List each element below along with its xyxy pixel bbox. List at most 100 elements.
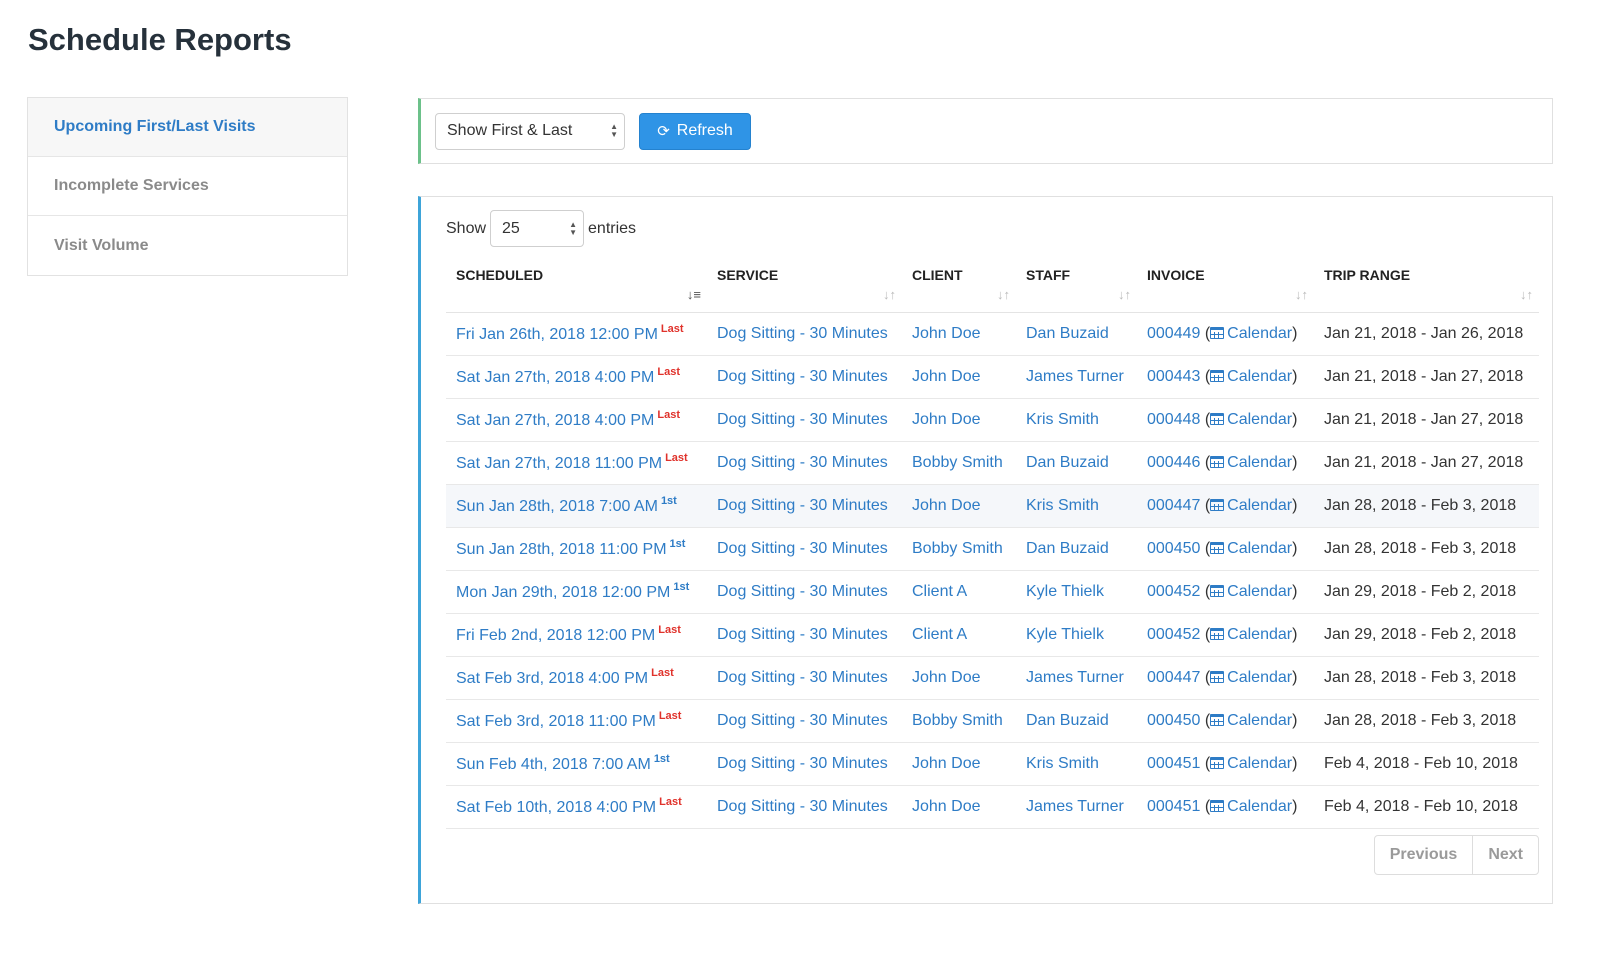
calendar-link[interactable]: Calendar — [1210, 755, 1292, 772]
invoice-link[interactable]: 000443 — [1147, 368, 1200, 385]
client-link[interactable]: John Doe — [902, 398, 1016, 442]
invoice-link[interactable]: 000448 — [1147, 411, 1200, 428]
scheduled-link[interactable]: Sat Jan 27th, 2018 4:00 PM — [456, 369, 654, 386]
scheduled-cell[interactable]: Sun Jan 28th, 2018 11:00 PM 1st — [446, 527, 707, 571]
scheduled-link[interactable]: Mon Jan 29th, 2018 12:00 PM — [456, 584, 670, 601]
scheduled-link[interactable]: Fri Feb 2nd, 2018 12:00 PM — [456, 627, 655, 644]
client-link[interactable]: John Doe — [902, 312, 1016, 356]
calendar-link[interactable]: Calendar — [1210, 497, 1292, 514]
invoice-link[interactable]: 000452 — [1147, 626, 1200, 643]
sidebar-item-incomplete-services[interactable]: Incomplete Services — [28, 157, 347, 216]
column-header-scheduled[interactable]: SCHEDULED ↓≡ — [446, 259, 707, 313]
service-link[interactable]: Dog Sitting - 30 Minutes — [707, 355, 902, 399]
staff-link[interactable]: Kyle Thielk — [1016, 613, 1137, 657]
service-link[interactable]: Dog Sitting - 30 Minutes — [707, 441, 902, 485]
scheduled-cell[interactable]: Sat Feb 3rd, 2018 4:00 PM Last — [446, 656, 707, 700]
sidebar-item-upcoming-first-last-visits[interactable]: Upcoming First/Last Visits — [28, 98, 347, 157]
service-link[interactable]: Dog Sitting - 30 Minutes — [707, 699, 902, 743]
scheduled-link[interactable]: Sat Feb 3rd, 2018 11:00 PM — [456, 713, 656, 730]
service-link[interactable]: Dog Sitting - 30 Minutes — [707, 656, 902, 700]
column-header-client[interactable]: CLIENT ↓↑ — [902, 259, 1016, 313]
service-link[interactable]: Dog Sitting - 30 Minutes — [707, 398, 902, 442]
calendar-link[interactable]: Calendar — [1210, 368, 1292, 385]
staff-link[interactable]: Dan Buzaid — [1016, 699, 1137, 743]
column-header-invoice[interactable]: INVOICE ↓↑ — [1137, 259, 1314, 313]
calendar-link[interactable]: Calendar — [1210, 669, 1292, 686]
scheduled-cell[interactable]: Sun Jan 28th, 2018 7:00 AM 1st — [446, 484, 707, 528]
staff-link[interactable]: Dan Buzaid — [1016, 527, 1137, 571]
invoice-link[interactable]: 000450 — [1147, 712, 1200, 729]
staff-link[interactable]: Dan Buzaid — [1016, 312, 1137, 356]
invoice-link[interactable]: 000451 — [1147, 755, 1200, 772]
calendar-link[interactable]: Calendar — [1210, 798, 1292, 815]
service-link[interactable]: Dog Sitting - 30 Minutes — [707, 613, 902, 657]
service-link[interactable]: Dog Sitting - 30 Minutes — [707, 527, 902, 571]
staff-link[interactable]: Dan Buzaid — [1016, 441, 1137, 485]
client-link[interactable]: Bobby Smith — [902, 441, 1016, 485]
scheduled-link[interactable]: Sun Jan 28th, 2018 11:00 PM — [456, 541, 667, 558]
staff-link[interactable]: James Turner — [1016, 785, 1137, 829]
scheduled-link[interactable]: Sun Jan 28th, 2018 7:00 AM — [456, 498, 658, 515]
service-link[interactable]: Dog Sitting - 30 Minutes — [707, 742, 902, 786]
scheduled-cell[interactable]: Sat Jan 27th, 2018 4:00 PM Last — [446, 355, 707, 399]
scheduled-cell[interactable]: Fri Jan 26th, 2018 12:00 PM Last — [446, 312, 707, 356]
scheduled-link[interactable]: Sat Feb 3rd, 2018 4:00 PM — [456, 670, 648, 687]
refresh-button[interactable]: ⟳ Refresh — [639, 112, 751, 150]
calendar-link[interactable]: Calendar — [1210, 712, 1292, 729]
scheduled-cell[interactable]: Sat Jan 27th, 2018 4:00 PM Last — [446, 398, 707, 442]
staff-link[interactable]: James Turner — [1016, 355, 1137, 399]
client-link[interactable]: Bobby Smith — [902, 699, 1016, 743]
staff-link[interactable]: Kris Smith — [1016, 742, 1137, 786]
calendar-link[interactable]: Calendar — [1210, 540, 1292, 557]
staff-link[interactable]: Kris Smith — [1016, 484, 1137, 528]
next-page-button[interactable]: Next — [1472, 836, 1538, 874]
client-link[interactable]: Bobby Smith — [902, 527, 1016, 571]
calendar-link[interactable]: Calendar — [1210, 454, 1292, 471]
calendar-link[interactable]: Calendar — [1210, 411, 1292, 428]
invoice-link[interactable]: 000449 — [1147, 325, 1200, 342]
client-link[interactable]: John Doe — [902, 484, 1016, 528]
column-header-service[interactable]: SERVICE ↓↑ — [707, 259, 902, 313]
scheduled-link[interactable]: Sat Jan 27th, 2018 11:00 PM — [456, 455, 662, 472]
client-link[interactable]: John Doe — [902, 656, 1016, 700]
calendar-link[interactable]: Calendar — [1210, 626, 1292, 643]
scheduled-link[interactable]: Sat Jan 27th, 2018 4:00 PM — [456, 412, 654, 429]
invoice-link[interactable]: 000450 — [1147, 540, 1200, 557]
staff-link[interactable]: James Turner — [1016, 656, 1137, 700]
table-row: Fri Feb 2nd, 2018 12:00 PM Last Dog Sittin… — [446, 613, 1539, 657]
scheduled-cell[interactable]: Sat Feb 3rd, 2018 11:00 PM Last — [446, 699, 707, 743]
column-header-trip-range[interactable]: TRIP RANGE ↓↑ — [1314, 259, 1539, 313]
client-link[interactable]: John Doe — [902, 785, 1016, 829]
staff-link[interactable]: Kyle Thielk — [1016, 570, 1137, 614]
client-link[interactable]: John Doe — [902, 742, 1016, 786]
scheduled-cell[interactable]: Fri Feb 2nd, 2018 12:00 PM Last — [446, 613, 707, 657]
invoice-link[interactable]: 000452 — [1147, 583, 1200, 600]
scheduled-cell[interactable]: Sat Feb 10th, 2018 4:00 PM Last — [446, 785, 707, 829]
invoice-link[interactable]: 000447 — [1147, 497, 1200, 514]
calendar-link[interactable]: Calendar — [1210, 583, 1292, 600]
client-link[interactable]: John Doe — [902, 355, 1016, 399]
scheduled-link[interactable]: Fri Jan 26th, 2018 12:00 PM — [456, 326, 658, 343]
scheduled-link[interactable]: Sun Feb 4th, 2018 7:00 AM — [456, 756, 651, 773]
invoice-link[interactable]: 000446 — [1147, 454, 1200, 471]
invoice-link[interactable]: 000451 — [1147, 798, 1200, 815]
scheduled-link[interactable]: Sat Feb 10th, 2018 4:00 PM — [456, 799, 656, 816]
client-link[interactable]: Client A — [902, 613, 1016, 657]
scheduled-cell[interactable]: Mon Jan 29th, 2018 12:00 PM 1st — [446, 570, 707, 614]
service-link[interactable]: Dog Sitting - 30 Minutes — [707, 312, 902, 356]
calendar-link[interactable]: Calendar — [1210, 325, 1292, 342]
visit-filter-select[interactable]: Show First & Last ▲ ▼ — [435, 112, 625, 150]
invoice-link[interactable]: 000447 — [1147, 669, 1200, 686]
service-link[interactable]: Dog Sitting - 30 Minutes — [707, 484, 902, 528]
invoice-cell: 000450 (Calendar) — [1137, 699, 1314, 743]
scheduled-cell[interactable]: Sun Feb 4th, 2018 7:00 AM 1st — [446, 742, 707, 786]
staff-link[interactable]: Kris Smith — [1016, 398, 1137, 442]
previous-page-button[interactable]: Previous — [1375, 836, 1473, 874]
service-link[interactable]: Dog Sitting - 30 Minutes — [707, 785, 902, 829]
sidebar-item-visit-volume[interactable]: Visit Volume — [28, 216, 347, 275]
service-link[interactable]: Dog Sitting - 30 Minutes — [707, 570, 902, 614]
scheduled-cell[interactable]: Sat Jan 27th, 2018 11:00 PM Last — [446, 441, 707, 485]
client-link[interactable]: Client A — [902, 570, 1016, 614]
entries-length-select[interactable]: 25 ▲ ▼ — [490, 210, 585, 247]
column-header-staff[interactable]: STAFF ↓↑ — [1016, 259, 1137, 313]
